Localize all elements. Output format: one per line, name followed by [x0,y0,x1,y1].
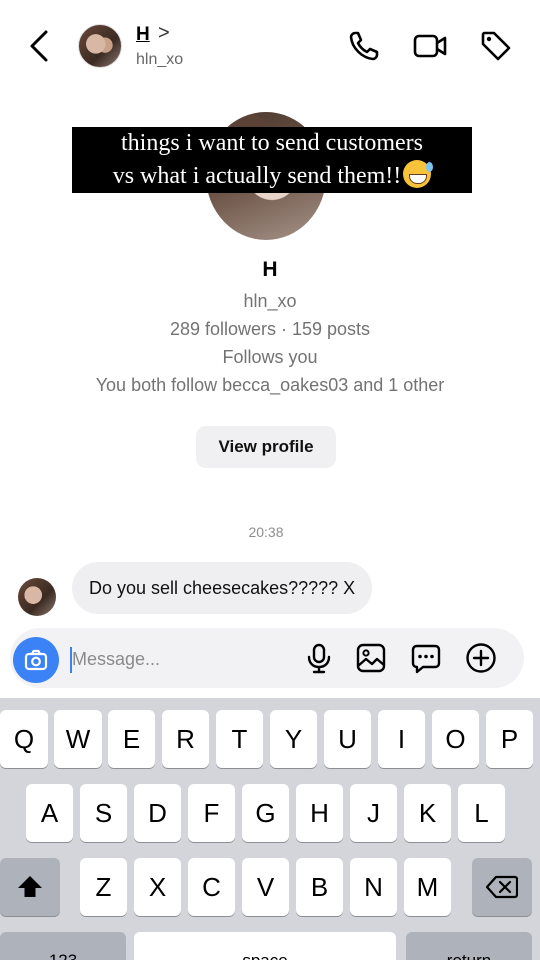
caption-line-1: things i want to send customers [121,130,423,156]
follows-you-label: Follows you [222,347,318,367]
key-j[interactable]: J [350,784,397,842]
key-y[interactable]: Y [270,710,317,768]
sticker-chat-icon[interactable] [409,641,443,675]
key-k[interactable]: K [404,784,451,842]
add-icon[interactable] [464,641,498,675]
key-h[interactable]: H [296,784,343,842]
video-caption-overlay: things i want to send customers vs what … [72,127,472,193]
message-timestamp: 20:38 [248,524,284,540]
key-f[interactable]: F [188,784,235,842]
key-m[interactable]: M [404,858,451,916]
camera-icon[interactable] [13,637,59,683]
caption-line-2-text: vs what i actually send them!! [112,163,402,189]
caption-line-2: vs what i actually send them!! [78,160,466,193]
key-q[interactable]: Q [0,710,48,768]
profile-name: H [262,258,278,281]
key-p[interactable]: P [486,710,533,768]
key-r[interactable]: R [162,710,209,768]
tag-icon[interactable] [478,28,514,64]
key-z[interactable]: Z [80,858,127,916]
shift-icon [18,876,42,897]
grinning-sweat-emoji-icon [403,160,434,188]
key-g[interactable]: G [242,784,289,842]
header-username[interactable]: hln_xo [136,51,183,69]
message-input[interactable] [72,644,292,674]
keyboard: Q W E R T Y U I O P A S D F G H J K L Z … [0,698,540,960]
return-key[interactable]: return [406,932,532,960]
key-x[interactable]: X [134,858,181,916]
header-name[interactable]: H [136,24,150,46]
message-bubble[interactable]: Do you sell cheesecakes????? X [72,562,373,614]
view-profile-button[interactable]: View profile [196,426,336,468]
shift-key[interactable] [0,858,60,916]
key-t[interactable]: T [216,710,263,768]
profile-stats: 289 followers · 159 posts [169,319,371,339]
gallery-icon[interactable] [354,641,388,675]
key-e[interactable]: E [108,710,155,768]
profile-username: hln_xo [243,291,297,311]
key-s[interactable]: S [80,784,127,842]
key-l[interactable]: L [458,784,505,842]
key-v[interactable]: V [242,858,289,916]
key-d[interactable]: D [134,784,181,842]
avatar[interactable] [78,24,122,68]
key-i[interactable]: I [378,710,425,768]
key-o[interactable]: O [432,710,479,768]
key-a[interactable]: A [26,784,73,842]
key-c[interactable]: C [188,858,235,916]
backspace-icon [486,875,518,899]
mutual-followers: You both follow becca_oakes03 and 1 othe… [95,375,445,395]
numbers-key[interactable]: 123 [0,932,126,960]
key-u[interactable]: U [324,710,371,768]
video-camera-icon[interactable] [412,28,448,64]
back-chevron-icon[interactable] [26,28,54,64]
chat-header: H > hln_xo [0,0,540,92]
sender-avatar[interactable] [18,578,56,616]
backspace-key[interactable] [472,858,532,916]
microphone-icon[interactable] [302,641,336,675]
header-chevron[interactable]: > [158,22,170,45]
phone-icon[interactable] [346,28,382,64]
key-b[interactable]: B [296,858,343,916]
space-key[interactable]: space [134,932,396,960]
key-n[interactable]: N [350,858,397,916]
key-w[interactable]: W [54,710,102,768]
